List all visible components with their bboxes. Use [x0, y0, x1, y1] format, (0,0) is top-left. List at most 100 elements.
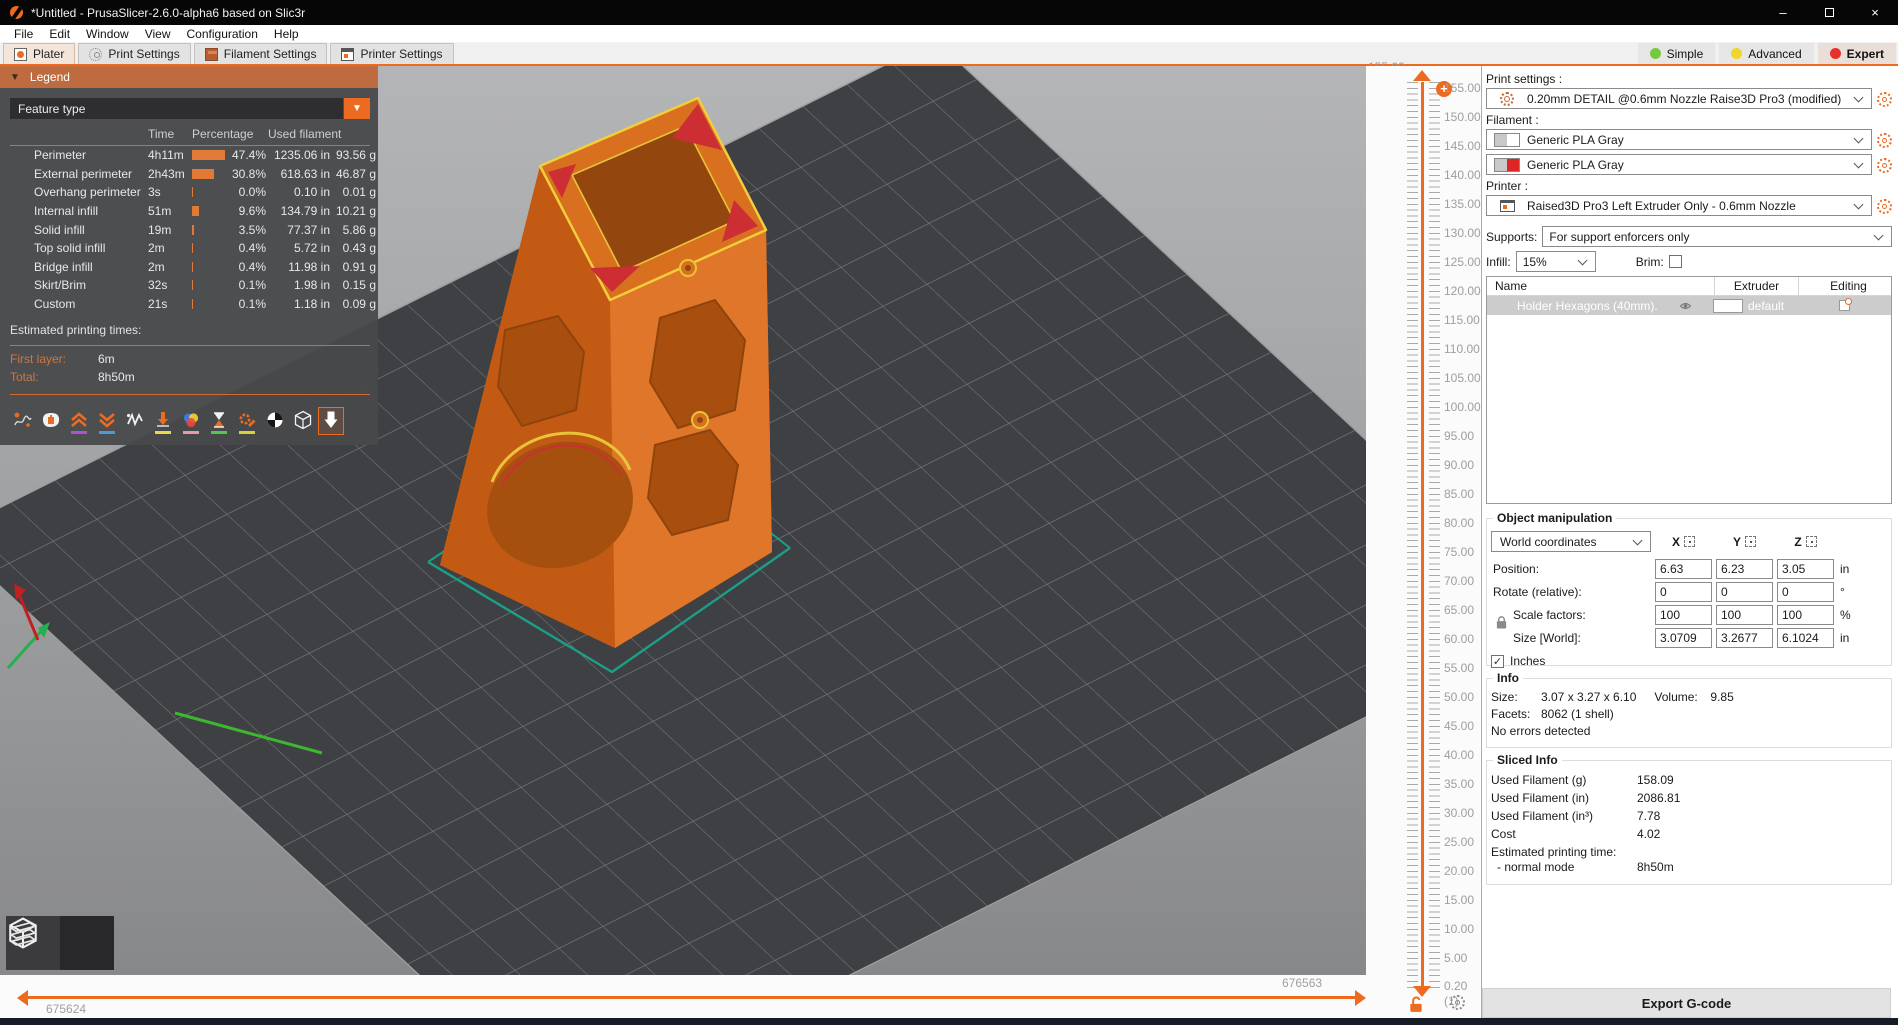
view-type-value: Feature type [18, 101, 86, 116]
shells-icon[interactable] [38, 407, 64, 435]
unlock-icon[interactable] [1408, 996, 1424, 1016]
print-settings-icon [89, 47, 103, 61]
filament-label: Filament : [1486, 113, 1539, 127]
print-settings-select[interactable]: 0.20mm DETAIL @0.6mm Nozzle Raise3D Pro3… [1486, 88, 1872, 109]
tab-plater[interactable]: Plater [3, 43, 76, 64]
maximize-button[interactable] [1806, 0, 1852, 25]
tick-label: 150.00 [1444, 110, 1481, 124]
col-time: Time [148, 127, 175, 141]
tick-label: 130.00 [1444, 226, 1481, 240]
feature-time: 21s [148, 297, 168, 312]
value-field[interactable]: 100 [1655, 604, 1712, 625]
deretractions-icon[interactable] [94, 407, 120, 435]
filament-1-gear-button[interactable] [1877, 133, 1892, 148]
tab-print-settings[interactable]: Print Settings [78, 43, 191, 64]
layer-slider-top-handle[interactable] [1413, 70, 1431, 81]
travel-icon[interactable] [10, 407, 36, 435]
menu-edit[interactable]: Edit [41, 25, 78, 42]
value-field[interactable]: 0 [1777, 581, 1834, 602]
print-settings-gear-button[interactable] [1877, 92, 1892, 107]
color-changes-icon[interactable] [178, 407, 204, 435]
inches-checkbox[interactable]: ✓ [1491, 654, 1504, 668]
chevron-down-icon [1873, 230, 1884, 240]
unit-label: ° [1840, 584, 1845, 599]
legend-header[interactable]: ▼ Legend [0, 66, 378, 88]
mode-advanced[interactable]: Advanced [1719, 43, 1814, 64]
feature-time: 51m [148, 204, 172, 219]
tick-label: 110.00 [1444, 342, 1480, 356]
seams-icon[interactable] [122, 407, 148, 435]
scale-lock-icon[interactable] [1495, 615, 1508, 633]
menu-configuration[interactable]: Configuration [179, 25, 266, 42]
layer-slider-track[interactable] [1421, 82, 1424, 986]
object-list-row[interactable]: Holder Hexagons (40mm).stl default [1487, 296, 1891, 315]
tick-label: 135.00 [1444, 197, 1481, 211]
mode-simple[interactable]: Simple [1637, 43, 1716, 64]
tab-filament-settings[interactable]: Filament Settings [193, 43, 328, 64]
object-manipulation-group: Object manipulation World coordinates X … [1486, 511, 1892, 668]
menu-window[interactable]: Window [78, 25, 137, 42]
menu-view[interactable]: View [137, 25, 179, 42]
filament-2-gear-button[interactable] [1877, 158, 1892, 173]
tick-label: 90.00 [1444, 458, 1475, 472]
center-of-mass-icon[interactable] [262, 407, 288, 435]
feature-time: 32s [148, 278, 168, 293]
view-layers-button[interactable] [9, 916, 114, 970]
sliced-info-row-cost: Cost 4.02 [1491, 827, 1887, 841]
close-button[interactable]: × [1852, 0, 1898, 25]
minimize-button[interactable]: – [1760, 0, 1806, 25]
value-field[interactable]: 6.63 [1655, 558, 1712, 579]
info-group: Info Size: 3.07 x 3.27 x 6.10 Volume: 9.… [1486, 671, 1892, 748]
menu-file[interactable]: File [6, 25, 41, 42]
retractions-icon[interactable] [66, 407, 92, 435]
model-object[interactable] [440, 96, 772, 648]
tab-printer-settings[interactable]: Printer Settings [330, 43, 454, 64]
moves-slider-left-handle[interactable] [17, 990, 28, 1006]
tick-label: 40.00 [1444, 748, 1475, 762]
brim-checkbox[interactable] [1668, 255, 1682, 268]
feature-percentage: 3.5% [238, 222, 266, 237]
value-field[interactable]: 100 [1716, 604, 1773, 625]
printer-gear-button[interactable] [1877, 199, 1892, 214]
pause-prints-icon[interactable] [206, 407, 232, 435]
filament-1-select[interactable]: Generic PLA Gray [1486, 129, 1872, 150]
value-field[interactable]: 0 [1655, 581, 1712, 602]
feature-percentage: 0.0% [238, 185, 266, 200]
printer-select[interactable]: Raised3D Pro3 Left Extruder Only - 0.6mm… [1486, 195, 1872, 216]
view-type-dropdown-button[interactable]: ▼ [344, 98, 370, 119]
coordinates-select[interactable]: World coordinates [1491, 531, 1651, 552]
value-field[interactable]: 6.1024 [1777, 627, 1834, 648]
status-bar [0, 1018, 1898, 1025]
value-field[interactable]: 6.23 [1716, 558, 1773, 579]
manipulation-row-position: Position: 6.63 6.23 3.05 in [1491, 558, 1887, 579]
percentage-bar [192, 261, 193, 272]
filament-2-select[interactable]: Generic PLA Gray [1486, 154, 1872, 175]
extruder-icon[interactable] [318, 407, 344, 436]
view-type-select[interactable]: Feature type [10, 98, 343, 119]
edit-object-icon[interactable] [1838, 298, 1852, 311]
eye-icon[interactable] [1657, 300, 1713, 312]
supports-select[interactable]: For support enforcers only [1542, 226, 1892, 247]
filament-settings-icon [204, 47, 218, 61]
custom-gcode-icon[interactable] [234, 407, 260, 435]
value-field[interactable]: 0 [1716, 581, 1773, 602]
bounding-box-icon[interactable] [290, 407, 316, 435]
slider-settings-gear-icon[interactable] [1450, 995, 1465, 1010]
value-field[interactable]: 3.2677 [1716, 627, 1773, 648]
export-gcode-button[interactable]: Export G-code [1482, 988, 1891, 1018]
value-field[interactable]: 100 [1777, 604, 1834, 625]
tick-label: 145.00 [1444, 139, 1481, 153]
infill-select[interactable]: 15% [1515, 251, 1596, 272]
menu-help[interactable]: Help [266, 25, 307, 42]
extruder-color-box[interactable] [1713, 298, 1743, 313]
mode-expert[interactable]: Expert [1817, 43, 1896, 64]
row-label: Used Filament (in³) [1491, 809, 1594, 823]
value-field[interactable]: 3.0709 [1655, 627, 1712, 648]
moves-slider-track[interactable] [28, 996, 1360, 999]
mode-dot-icon [1829, 48, 1841, 59]
value-field[interactable]: 3.05 [1777, 558, 1834, 579]
tool-changes-icon[interactable] [150, 407, 176, 435]
percentage-bar [192, 224, 195, 235]
axis-x-header: X [1655, 535, 1712, 549]
moves-slider-right-handle[interactable] [1355, 990, 1366, 1006]
